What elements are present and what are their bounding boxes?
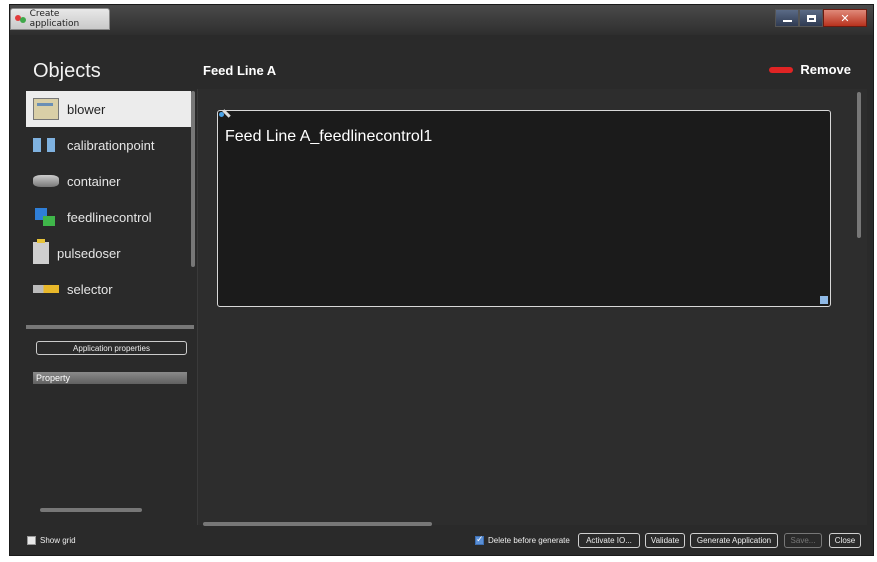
container-icon: [33, 175, 59, 187]
maximize-icon: [806, 14, 816, 22]
list-item-pulsedoser[interactable]: pulsedoser: [26, 235, 191, 271]
objects-list-hscrollbar[interactable]: [26, 325, 194, 329]
create-application-window: Create application ✕ Objects blower cali…: [9, 4, 874, 556]
page-title: Feed Line A: [203, 63, 277, 78]
selector-icon: [33, 285, 59, 293]
list-item-label: calibrationpoint: [67, 137, 155, 153]
show-grid-label: Show grid: [40, 536, 76, 545]
delete-before-generate-label: Delete before generate: [488, 536, 570, 545]
pulsedoser-icon: [33, 239, 49, 264]
remove-button[interactable]: Remove: [769, 62, 851, 77]
list-item-label: pulsedoser: [57, 245, 121, 261]
list-item-label: selector: [67, 281, 113, 297]
window-title-tab: Create application: [10, 8, 110, 30]
objects-heading: Objects: [33, 60, 101, 82]
list-item-container[interactable]: container: [26, 163, 191, 199]
list-item-feedlinecontrol[interactable]: feedlinecontrol: [26, 199, 191, 235]
list-item-calibrationpoint[interactable]: calibrationpoint: [26, 127, 191, 163]
application-properties-button[interactable]: Application properties: [36, 341, 187, 355]
canvas-horizontal-scrollbar[interactable]: [203, 522, 432, 526]
objects-list: blower calibrationpoint container feedli…: [26, 91, 191, 326]
show-grid-checkbox[interactable]: Show grid: [27, 536, 76, 545]
app-icon: [15, 13, 27, 25]
list-item-label: feedlinecontrol: [67, 209, 152, 225]
save-button[interactable]: Save...: [784, 533, 822, 548]
property-scrollbar[interactable]: [40, 508, 142, 512]
wrench-icon[interactable]: [219, 109, 233, 119]
node-label: Feed Line A_feedlinecontrol1: [225, 128, 433, 145]
list-item-label: container: [67, 173, 121, 189]
property-column-header[interactable]: Property: [33, 372, 187, 384]
window-title: Create application: [29, 9, 80, 29]
calibrationpoint-icon: [33, 134, 59, 156]
close-icon: ✕: [840, 11, 850, 25]
remove-label: Remove: [800, 62, 851, 77]
objects-list-scrollbar[interactable]: [191, 91, 195, 267]
blower-icon: [33, 98, 59, 120]
title-bar[interactable]: Create application ✕: [10, 5, 873, 35]
checkbox-checked-icon[interactable]: [475, 534, 484, 545]
canvas-vertical-scrollbar[interactable]: [857, 92, 861, 238]
generate-application-button[interactable]: Generate Application: [690, 533, 778, 548]
checkbox-icon[interactable]: [27, 536, 36, 545]
close-window-button[interactable]: ✕: [823, 9, 867, 27]
close-button[interactable]: Close: [829, 533, 861, 548]
activate-io-button[interactable]: Activate IO...: [578, 533, 640, 548]
list-item-selector[interactable]: selector: [26, 271, 191, 307]
list-item-blower[interactable]: blower: [26, 91, 191, 127]
resize-handle-icon[interactable]: [820, 296, 828, 304]
list-item-label: blower: [67, 101, 106, 117]
maximize-button[interactable]: [799, 9, 823, 27]
feedlinecontrol-node[interactable]: Feed Line A_feedlinecontrol1: [217, 110, 831, 307]
feedlinecontrol-icon: [33, 206, 59, 228]
minimize-icon: [782, 20, 792, 22]
remove-icon: [769, 66, 794, 73]
window-controls: ✕: [775, 9, 867, 27]
delete-before-generate-checkbox[interactable]: Delete before generate: [475, 534, 570, 545]
minimize-button[interactable]: [775, 9, 799, 27]
validate-button[interactable]: Validate: [645, 533, 685, 548]
